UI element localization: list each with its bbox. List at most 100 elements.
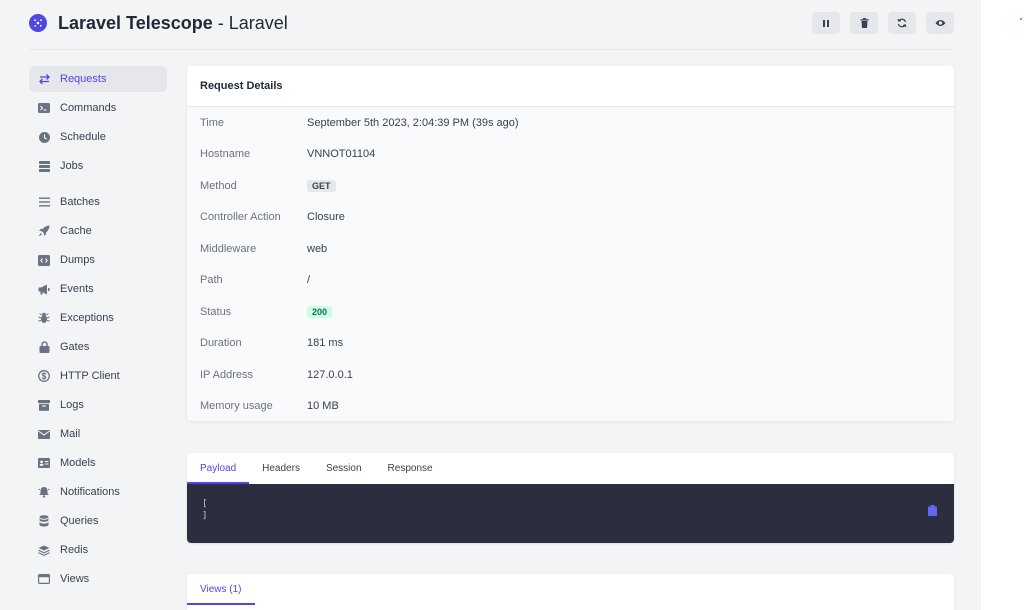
detail-row-controller-action: Controller Action Closure	[187, 202, 954, 234]
menu-icon	[37, 195, 51, 209]
sidebar-item-label: Cache	[60, 225, 92, 237]
sidebar-item-schedule[interactable]: Schedule	[29, 124, 167, 150]
request-details-card: Request Details Time September 5th 2023,…	[187, 66, 954, 421]
id-card-icon	[37, 456, 51, 470]
tab-session[interactable]: Session	[313, 453, 375, 484]
sidebar-item-views[interactable]: Views	[29, 566, 167, 592]
red-dot	[1020, 18, 1022, 20]
detail-value: 127.0.0.1	[307, 368, 353, 381]
detail-row-ip-address: IP Address 127.0.0.1	[187, 359, 954, 391]
detail-label: Middleware	[200, 242, 257, 255]
sidebar-item-models[interactable]: Models	[29, 450, 167, 476]
sidebar-item-label: Logs	[60, 399, 84, 411]
header-divider	[29, 49, 954, 50]
detail-label: Method	[200, 179, 237, 192]
refresh-icon	[897, 18, 907, 28]
sidebar-item-label: Requests	[60, 73, 107, 85]
page-title: Laravel Telescope - Laravel	[58, 12, 288, 33]
sidebar-item-mail[interactable]: Mail	[29, 421, 167, 447]
megaphone-icon	[37, 282, 51, 296]
lock-icon	[37, 340, 51, 354]
payload-code-block: [ ]	[187, 484, 954, 543]
terminal-icon	[37, 101, 51, 115]
detail-row-memory-usage: Memory usage 10 MB	[187, 391, 954, 422]
right-strip	[981, 0, 1024, 610]
sidebar-item-label: Models	[60, 457, 96, 469]
sidebar-item-label: Dumps	[60, 254, 95, 266]
tab-headers[interactable]: Headers	[249, 453, 313, 484]
detail-value: /	[307, 274, 311, 287]
stack-icon	[37, 159, 51, 173]
detail-label: IP Address	[200, 368, 253, 381]
arrows-icon	[37, 72, 51, 86]
telescope-app: Laravel Telescope - Laravel Requests Com…	[0, 0, 981, 610]
sidebar-item-label: Exceptions	[60, 312, 114, 324]
detail-label: Time	[200, 116, 225, 129]
tab-payload[interactable]: Payload	[187, 453, 250, 484]
detail-row-duration: Duration 181 ms	[187, 328, 954, 360]
sidebar-item-cache[interactable]: Cache	[29, 218, 167, 244]
detail-value: 200	[307, 305, 333, 318]
detail-row-status: Status 200	[187, 296, 954, 328]
sidebar-item-queries[interactable]: Queries	[29, 508, 167, 534]
detail-label: Controller Action	[200, 211, 281, 224]
detail-value: September 5th 2023, 2:04:39 PM (39s ago)	[307, 116, 519, 129]
sidebar-item-label: Jobs	[60, 160, 84, 172]
eye-icon	[935, 19, 946, 27]
code-icon	[37, 253, 51, 267]
detail-value: web	[307, 242, 328, 255]
detail-label: Hostname	[200, 148, 251, 161]
sidebar-item-label: Mail	[60, 428, 81, 440]
clock-icon	[37, 130, 51, 144]
detail-value: VNNOT01104	[307, 148, 376, 161]
clear-entries-button[interactable]	[850, 12, 878, 34]
detail-label: Duration	[200, 337, 242, 350]
layers-icon	[37, 543, 51, 557]
sidebar-item-label: Views	[60, 573, 90, 585]
sidebar-item-exceptions[interactable]: Exceptions	[29, 305, 167, 331]
refresh-button[interactable]	[888, 12, 916, 34]
sidebar-item-batches[interactable]: Batches	[29, 189, 167, 215]
sidebar-item-notifications[interactable]: Notifications	[29, 479, 167, 505]
sidebar-item-requests[interactable]: Requests	[29, 66, 167, 92]
monitor-button[interactable]	[926, 12, 954, 34]
pause-icon	[822, 19, 830, 28]
dollar-circle-icon	[37, 369, 51, 383]
sidebar-item-events[interactable]: Events	[29, 276, 167, 302]
telescope-logo-icon	[29, 14, 47, 32]
status-badge: 200	[307, 305, 333, 318]
envelope-icon	[37, 427, 51, 441]
detail-value: Closure	[307, 211, 345, 224]
database-icon	[37, 514, 51, 528]
sidebar-item-jobs[interactable]: Jobs	[29, 153, 167, 179]
detail-label: Status	[200, 305, 232, 318]
method-badge: GET	[307, 179, 336, 192]
clipboard-icon[interactable]	[928, 503, 937, 521]
sidebar-nav: Requests Commands Schedule Jobs Batches …	[29, 66, 167, 595]
archive-icon	[37, 398, 51, 412]
sidebar-item-gates[interactable]: Gates	[29, 334, 167, 360]
window-icon	[37, 572, 51, 586]
detail-row-path: Path /	[187, 265, 954, 297]
payload-card: Payload Headers Session Response [ ]	[187, 453, 954, 543]
detail-row-hostname: Hostname VNNOT01104	[187, 139, 954, 171]
sidebar-item-dumps[interactable]: Dumps	[29, 247, 167, 273]
tab-response[interactable]: Response	[375, 453, 446, 484]
detail-label: Memory usage	[200, 400, 273, 413]
tab-views[interactable]: Views (1)	[187, 574, 255, 605]
pause-button[interactable]	[812, 12, 840, 34]
detail-value: GET	[307, 179, 336, 192]
payload-code-text: [ ]	[202, 499, 208, 521]
payload-tabs: Payload Headers Session Response	[187, 453, 954, 484]
app-header: Laravel Telescope - Laravel	[29, 12, 288, 34]
sidebar-item-commands[interactable]: Commands	[29, 95, 167, 121]
detail-row-middleware: Middleware web	[187, 233, 954, 265]
detail-row-method: Method GET	[187, 170, 954, 202]
sidebar-item-label: Notifications	[60, 486, 120, 498]
detail-label: Path	[200, 274, 223, 287]
sidebar-item-redis[interactable]: Redis	[29, 537, 167, 563]
sidebar-item-label: HTTP Client	[60, 370, 120, 382]
sidebar-item-http-client[interactable]: HTTP Client	[29, 363, 167, 389]
sidebar-item-logs[interactable]: Logs	[29, 392, 167, 418]
sidebar-item-label: Gates	[60, 341, 90, 353]
